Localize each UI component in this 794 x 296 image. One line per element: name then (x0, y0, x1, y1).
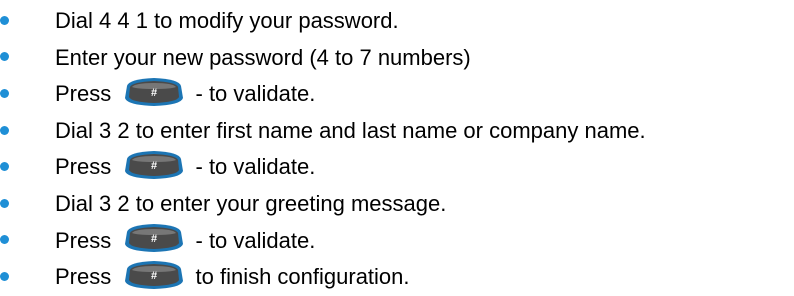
step-text-before: Press (55, 227, 112, 253)
hash-key-icon: # (123, 259, 185, 290)
step-text-after: - to validate. (195, 154, 316, 180)
bullet-icon (0, 52, 9, 62)
bullet-icon (0, 162, 9, 172)
hash-key-icon: # (123, 222, 185, 253)
bullet-icon (0, 271, 9, 281)
bullet-icon (0, 235, 9, 245)
list-item: Press # - to validate. (0, 75, 794, 112)
step-text-before: Press (55, 264, 112, 290)
bullet-icon (0, 15, 9, 25)
instruction-list: Dial 4 4 1 to modify your password. Ente… (0, 2, 794, 295)
step-text: Dial 4 4 1 to modify your password. (55, 7, 399, 33)
bullet-icon (0, 125, 9, 135)
bullet-icon (0, 198, 9, 208)
hash-key-icon: # (123, 76, 185, 107)
key-symbol: # (151, 160, 157, 172)
list-item: Enter your new password (4 to 7 numbers) (0, 39, 794, 76)
bullet-icon (0, 88, 9, 98)
step-text-after: to finish configuration. (195, 264, 410, 290)
list-item: Dial 3 2 to enter your greeting message. (0, 185, 794, 222)
step-text: Enter your new password (4 to 7 numbers) (55, 44, 471, 70)
key-symbol: # (151, 233, 157, 245)
step-text-before: Press (55, 154, 112, 180)
list-item: Dial 4 4 1 to modify your password. (0, 2, 794, 39)
step-text: Dial 3 2 to enter first name and last na… (55, 117, 646, 143)
list-item: Press # to finish configuration. (0, 258, 794, 295)
step-text: Dial 3 2 to enter your greeting message. (55, 190, 447, 216)
list-item: Press # - to validate. (0, 222, 794, 259)
step-text-after: - to validate. (195, 227, 316, 253)
step-text-after: - to validate. (195, 81, 316, 107)
step-text-before: Press (55, 81, 112, 107)
list-item: Dial 3 2 to enter first name and last na… (0, 112, 794, 149)
hash-key-icon: # (123, 149, 185, 180)
key-symbol: # (151, 270, 157, 282)
list-item: Press # - to validate. (0, 148, 794, 185)
key-symbol: # (151, 87, 157, 99)
